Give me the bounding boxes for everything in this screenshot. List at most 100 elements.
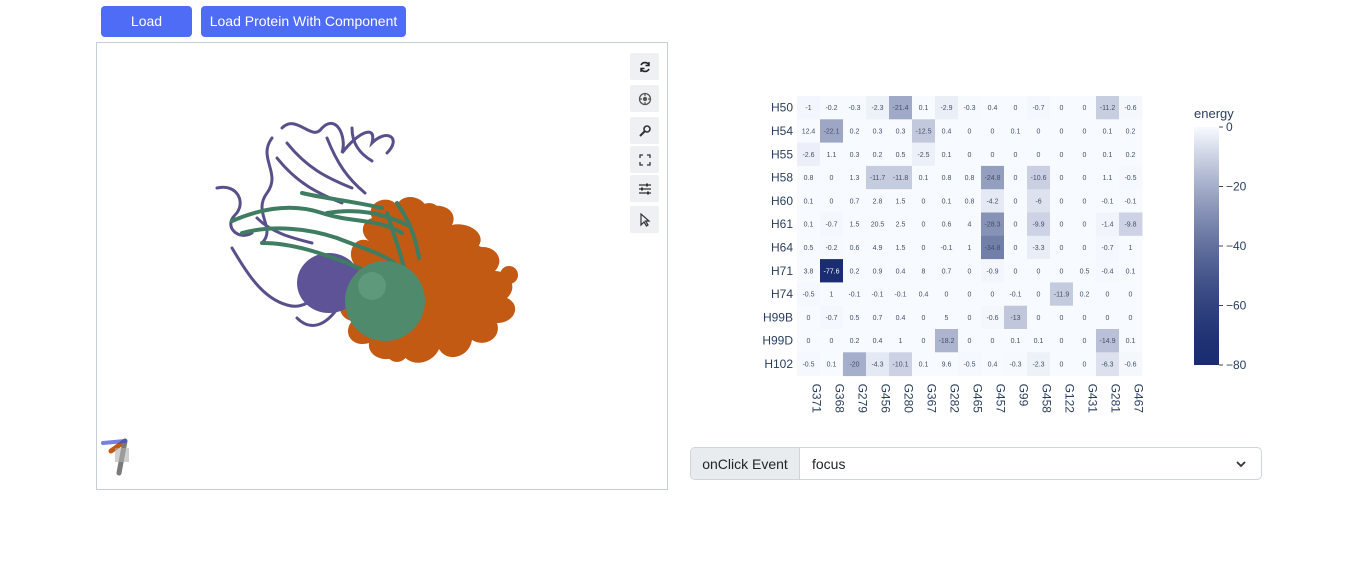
- heatmap-cell-value: 0.1: [1011, 338, 1021, 345]
- heatmap-cell-value: 1: [899, 338, 903, 345]
- settings-button[interactable]: [630, 117, 659, 144]
- heatmap-cell-value: -0.7: [825, 222, 837, 229]
- heatmap-cell-value: 0.5: [804, 245, 814, 252]
- load-protein-button[interactable]: Load Protein: [101, 6, 192, 60]
- heatmap-column-label: G456: [879, 384, 893, 414]
- heatmap-cell-value: -0.5: [1124, 175, 1136, 182]
- heatmap-cell-value: 0.1: [804, 222, 814, 229]
- spin-button[interactable]: [630, 85, 659, 112]
- protein-structure-render[interactable]: [97, 43, 667, 489]
- heatmap-cell-value: 0.1: [942, 198, 952, 205]
- heatmap-cell-value: 0: [830, 175, 834, 182]
- controls-button[interactable]: [630, 175, 659, 202]
- load-protein-with-component-button[interactable]: Load Protein With Component: [201, 6, 406, 37]
- heatmap-cell-value: 0: [1060, 128, 1064, 135]
- heatmap-cell-value: 0: [1083, 105, 1087, 112]
- heatmap-cell-value: 0.3: [896, 128, 906, 135]
- onclick-event-select[interactable]: focus: [800, 448, 1261, 479]
- heatmap-cell-value: 0.7: [850, 198, 860, 205]
- heatmap-cell-value: 0.1: [919, 175, 929, 182]
- heatmap-cell-value: 0: [1060, 198, 1064, 205]
- heatmap-cell-value: 0: [1060, 152, 1064, 159]
- heatmap-cell-value: 0.2: [1080, 292, 1090, 299]
- heatmap-row-label: H58: [771, 171, 793, 185]
- heatmap-cell-value: 0: [1014, 175, 1018, 182]
- heatmap-cell-value: 0: [922, 245, 926, 252]
- heatmap-column-label: G367: [925, 384, 939, 414]
- heatmap-cell-value: 0: [1060, 268, 1064, 275]
- heatmap-cell-value: 2.5: [896, 222, 906, 229]
- heatmap-cell-value: 2.8: [873, 198, 883, 205]
- heatmap-cell-value: -0.5: [802, 361, 814, 368]
- heatmap-cell-value: -3.3: [1032, 245, 1044, 252]
- heatmap-cell-value: 0: [945, 292, 949, 299]
- heatmap-cell-value: 0.1: [1034, 338, 1044, 345]
- heatmap-column-label: G282: [948, 384, 962, 414]
- heatmap-cell-value: 0.5: [1080, 268, 1090, 275]
- heatmap-cell-value: 0: [1083, 175, 1087, 182]
- heatmap-cell-value: 1.1: [827, 152, 837, 159]
- onclick-event-value: focus: [812, 455, 846, 472]
- heatmap-cell-value: 0.8: [965, 198, 975, 205]
- heatmap-cell-value: 0: [1083, 361, 1087, 368]
- heatmap-cell-value: 0: [1037, 152, 1041, 159]
- chevron-down-icon: [1236, 461, 1246, 468]
- heatmap-cell-value: -0.6: [986, 315, 998, 322]
- heatmap-cell-value: -1: [805, 105, 811, 112]
- heatmap-cell-value: 0.1: [942, 152, 952, 159]
- heatmap-cell-value: 0: [830, 198, 834, 205]
- colorbar-tick-label: 0: [1226, 120, 1233, 134]
- colorbar-tick-label: −80: [1226, 358, 1247, 372]
- heatmap-cell-value: 20.5: [871, 222, 885, 229]
- heatmap-cell-value: 0.2: [1126, 152, 1136, 159]
- heatmap-cell-value: -0.7: [1032, 105, 1044, 112]
- colorbar: energy0 −20 −40 −60 −80: [1194, 106, 1247, 372]
- heatmap-cell-value: 0: [922, 222, 926, 229]
- heatmap-cell-value: -13: [1010, 315, 1020, 322]
- heatmap-cell-value: 0.5: [896, 152, 906, 159]
- heatmap-cell-value: 0: [1083, 315, 1087, 322]
- heatmap-cell-value: -0.4: [1101, 268, 1113, 275]
- axes-gizmo-icon: [101, 438, 129, 476]
- heatmap-cell-value: 0.1: [1103, 128, 1113, 135]
- heatmap-cell-value: 0: [1037, 292, 1041, 299]
- heatmap-cell-value: 0.2: [1126, 128, 1136, 135]
- heatmap-cell-value: -28.3: [985, 222, 1001, 229]
- heatmap-cell-value: 0: [1037, 268, 1041, 275]
- heatmap-cell-value: -0.5: [802, 292, 814, 299]
- heatmap-cell-value: -34.8: [985, 245, 1001, 252]
- heatmap-cell-value: 1: [830, 292, 834, 299]
- heatmap-cell-value: -0.6: [1124, 361, 1136, 368]
- heatmap-cell-value: -11.9: [1054, 292, 1070, 299]
- heatmap-cell-value: 0.2: [850, 268, 860, 275]
- select-mode-button[interactable]: [630, 206, 659, 233]
- heatmap-column-label: G431: [1086, 384, 1100, 414]
- heatmap-cell-value: 0.4: [873, 338, 883, 345]
- heatmap-cell-value: -9.9: [1032, 222, 1044, 229]
- heatmap-cell-value: 0.8: [942, 175, 952, 182]
- colorbar-tick-label: −20: [1226, 180, 1247, 194]
- fullscreen-button[interactable]: [630, 146, 659, 173]
- heatmap-cell-value: 0: [807, 338, 811, 345]
- rotate-button[interactable]: [630, 53, 659, 80]
- onclick-event-select-group[interactable]: onClick Event focus: [690, 447, 1262, 480]
- heatmap-cell-value: 0.4: [896, 315, 906, 322]
- heatmap-row-labels: H50 H54 H55 H58 H60 H61 H64 H71 H74 H99B H99D H102: [762, 101, 793, 371]
- heatmap-cell-value: -0.3: [1009, 361, 1021, 368]
- heatmap-cell-value: 9.6: [942, 361, 952, 368]
- heatmap-cell-value: 0.1: [919, 105, 929, 112]
- heatmap-cell-value: 0: [968, 338, 972, 345]
- heatmap-cell-value: -12.5: [916, 128, 932, 135]
- heatmap-cell-value: -24.8: [985, 175, 1001, 182]
- energy-heatmap[interactable]: H50H54H55H58H60H61H64H71H74H99BH99DH102 …: [680, 90, 1280, 420]
- heatmap-cell-value: -0.2: [825, 245, 837, 252]
- heatmap-row-label: H55: [771, 147, 793, 161]
- heatmap-row-label: H64: [771, 240, 793, 254]
- protein-viewer[interactable]: [96, 42, 668, 490]
- heatmap-cell-value: -0.3: [848, 105, 860, 112]
- heatmap-cell-value: 0: [1014, 105, 1018, 112]
- heatmap-cell-value: -11.2: [1100, 105, 1116, 112]
- heatmap-cell-value: 0: [1014, 152, 1018, 159]
- heatmap-cells[interactable]: -1 -0.2 -0.3 -2.3 -21.4 0.1 -2.9 -0.3 0.4 0 -0.7 0 0…: [797, 96, 1143, 377]
- heatmap-row-label: H71: [771, 264, 793, 278]
